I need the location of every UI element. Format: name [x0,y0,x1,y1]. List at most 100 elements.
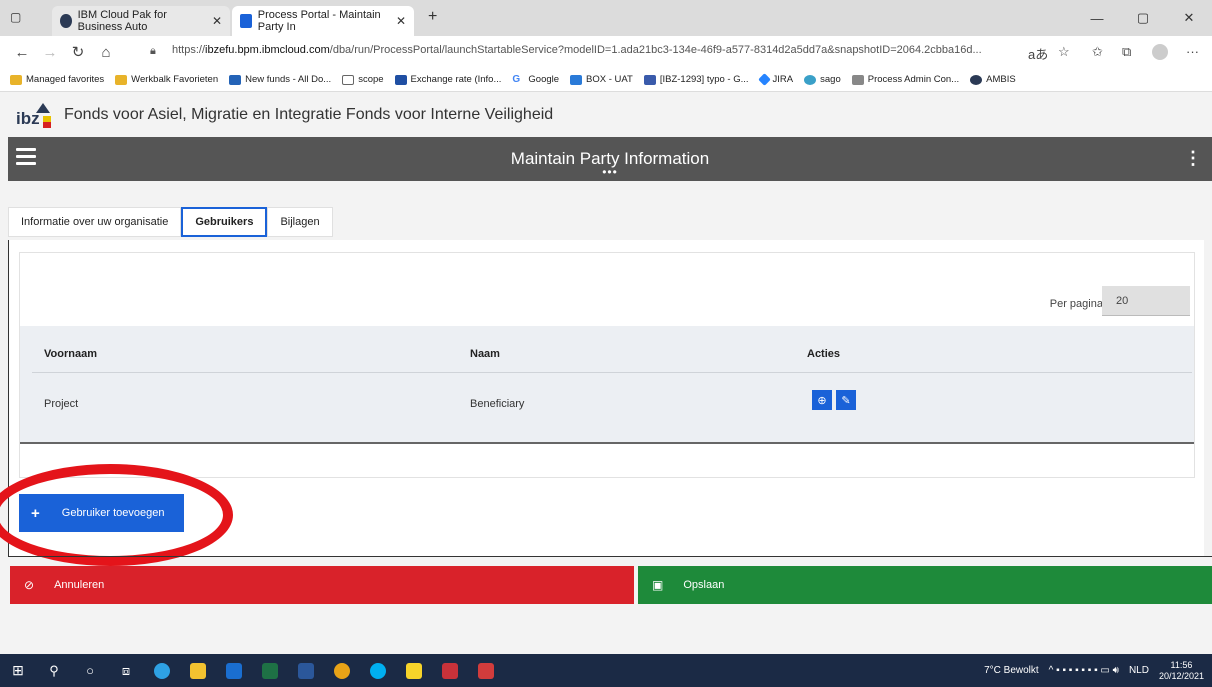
save-label: Opslaan [683,579,725,591]
per-page-select[interactable]: 20 [1102,286,1190,316]
cancel-button[interactable]: ⊘ Annuleren [10,566,634,604]
box-icon [570,74,583,85]
file-explorer-icon[interactable] [180,654,216,687]
favorite-item[interactable]: JIRA [757,73,793,86]
admin-icon [851,74,864,85]
cell-naam: Beneficiary [470,398,525,410]
favorite-item[interactable]: New funds - All Do... [229,74,331,85]
title-more-icon[interactable]: ••• [8,165,1212,179]
favorite-item[interactable]: Exchange rate (Info... [394,74,502,85]
browser-tab-process-portal[interactable]: Process Portal - Maintain Party In ✕ [232,6,414,36]
eu-flag-icon [394,74,407,85]
home-icon[interactable]: ⌂ [92,44,120,61]
ambis-icon [970,74,983,85]
forward-icon[interactable]: → [36,44,64,61]
favorite-item[interactable]: Process Admin Con... [851,74,960,85]
users-table-card: Per pagina: 20 Voornaam Naam Acties Proj… [19,252,1195,478]
ibm-favicon-icon [60,14,72,28]
column-header-voornaam[interactable]: Voornaam [44,348,97,360]
favorites-icon[interactable]: ✩ [1092,44,1103,60]
profile-avatar[interactable] [1152,44,1168,60]
favorite-label: Process Admin Con... [867,74,960,85]
tab-attachments[interactable]: Bijlagen [267,207,333,237]
cortana-icon[interactable]: ○ [72,654,108,687]
favorite-label: Exchange rate (Info... [410,74,502,85]
tab-users[interactable]: Gebruikers [181,207,268,237]
app-icon[interactable] [432,654,468,687]
clock-time: 11:56 [1170,659,1193,670]
search-icon[interactable]: ⚲ [36,654,72,687]
favorite-item[interactable]: [IBZ-1293] typo - G... [643,74,749,85]
add-favorite-icon[interactable]: ☆ [1058,44,1070,60]
url-host: ibzefu.bpm.ibmcloud.com [205,44,330,56]
back-icon[interactable]: ← [8,44,36,61]
section-tabs: Informatie over uw organisatie Gebruiker… [8,207,333,237]
cancel-label: Annuleren [54,579,105,591]
folder-icon [115,74,128,85]
word-icon[interactable] [288,654,324,687]
favorite-item[interactable]: BOX - UAT [570,74,633,85]
outlook-icon[interactable] [216,654,252,687]
favorite-label: Google [528,74,560,85]
refresh-icon[interactable]: ↻ [64,43,92,61]
minimize-icon[interactable]: — [1074,11,1120,26]
tray-icons[interactable]: ^ ▪ ▪ ▪ ▪ ▪ ▪ ▪ ▭ 🔊︎ [1049,665,1119,676]
system-tray: 7°C Bewolkt ^ ▪ ▪ ▪ ▪ ▪ ▪ ▪ ▭ 🔊︎ NLD 11:… [984,654,1204,687]
per-page-label: Per pagina: [1049,298,1106,310]
close-tab-icon[interactable]: ✕ [396,14,406,28]
edit-user-button[interactable]: ✎ [836,390,856,410]
tab-organisation-info[interactable]: Informatie over uw organisatie [8,207,182,237]
save-button[interactable]: ▣ Opslaan [638,566,1212,604]
site-icon [643,74,656,85]
process-portal-favicon-icon [240,14,252,28]
sticky-notes-icon[interactable] [396,654,432,687]
excel-icon[interactable] [252,654,288,687]
shield-app-icon[interactable] [468,654,504,687]
weather-widget[interactable]: 7°C Bewolkt [984,665,1039,676]
favorite-item[interactable]: scope [342,74,384,85]
restore-icon[interactable]: ▢ [1120,10,1166,26]
clock[interactable]: 11:56 20/12/2021 [1159,660,1204,682]
favorite-item[interactable]: Werkbalk Favorieten [115,74,218,85]
tab-actions-icon[interactable]: ▢ [10,10,21,24]
edge-icon[interactable] [144,654,180,687]
favorite-item[interactable]: Managed favorites [10,74,104,85]
site-icon [229,74,242,85]
more-menu-icon[interactable]: ··· [1186,44,1199,59]
favorite-item[interactable]: G Google [512,74,559,85]
browser-tab-bar: ▢ IBM Cloud Pak for Business Auto ✕ Proc… [0,0,1212,36]
column-header-naam[interactable]: Naam [470,348,500,360]
favorite-label: Werkbalk Favorieten [131,74,219,85]
column-header-acties: Acties [807,348,841,360]
favorite-label: sago [820,74,841,85]
lock-icon[interactable]: 🔒︎ [150,45,156,58]
favorite-item[interactable]: sago [804,74,841,85]
task-view-icon[interactable]: ⧈ [108,654,144,687]
chrome-icon[interactable] [324,654,360,687]
close-tab-icon[interactable]: ✕ [212,14,222,28]
favorite-label: New funds - All Do... [245,74,332,85]
users-table: Voornaam Naam Acties Project Beneficiary… [20,326,1194,444]
favorite-item[interactable]: AMBIS [970,74,1016,85]
url-path: /dba/run/ProcessPortal/launchStartableSe… [329,44,982,56]
favorite-label: Managed favorites [26,74,105,85]
footer-divider [8,556,1212,557]
language-indicator[interactable]: NLD [1129,665,1149,676]
close-window-icon[interactable]: ✕ [1166,10,1212,26]
kebab-menu-icon[interactable]: ⋮ [1184,148,1202,169]
organization-name: Fonds voor Asiel, Migratie en Integratie… [64,105,554,123]
new-tab-icon[interactable]: + [428,8,437,26]
skype-icon[interactable] [360,654,396,687]
view-user-button[interactable]: ⊕ [812,390,832,410]
url-prefix: https:// [172,44,206,56]
collections-icon[interactable]: ⧉ [1122,44,1131,60]
sago-icon [804,74,817,85]
cell-voornaam: Project [44,398,79,410]
start-button[interactable]: ⊞ [0,654,36,687]
url-field[interactable]: https://ibzefu.bpm.ibmcloud.com/dba/run/… [172,44,1012,56]
browser-tab-ibm-cloud[interactable]: IBM Cloud Pak for Business Auto ✕ [52,6,230,36]
windows-taskbar: ⊞ ⚲ ○ ⧈ 7°C Bewolkt ^ ▪ ▪ ▪ ▪ ▪ ▪ ▪ ▭ 🔊︎… [0,654,1212,687]
read-aloud-icon[interactable]: aあ [1028,44,1048,63]
favorite-label: scope [358,74,384,85]
page-icon [342,74,355,85]
